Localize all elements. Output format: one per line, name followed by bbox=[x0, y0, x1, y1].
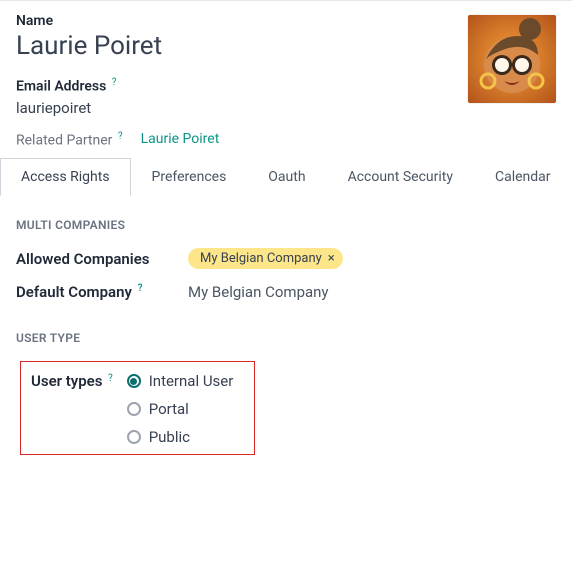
user-form: Name Laurie Poiret Email Address ? lauri… bbox=[0, 0, 572, 196]
help-icon[interactable]: ? bbox=[108, 373, 113, 384]
radio-label: Portal bbox=[149, 400, 189, 418]
radio-portal[interactable]: Portal bbox=[127, 400, 234, 418]
company-tag[interactable]: My Belgian Company × bbox=[188, 248, 343, 269]
multi-companies-section: MULTI COMPANIES Allowed Companies My Bel… bbox=[0, 196, 572, 321]
radio-label: Internal User bbox=[149, 372, 234, 390]
allowed-companies-label: Allowed Companies bbox=[16, 250, 176, 268]
tab-account-security[interactable]: Account Security bbox=[327, 158, 474, 196]
user-type-section: USER TYPE User types ? Internal User Por… bbox=[0, 321, 572, 471]
company-tag-label: My Belgian Company bbox=[200, 251, 322, 266]
section-title-multi-companies: MULTI COMPANIES bbox=[16, 218, 556, 232]
remove-tag-icon[interactable]: × bbox=[328, 251, 335, 266]
default-company-label: Default Company ? bbox=[16, 283, 176, 301]
radio-button-icon bbox=[127, 402, 141, 416]
tab-preferences[interactable]: Preferences bbox=[131, 158, 248, 196]
help-icon[interactable]: ? bbox=[138, 283, 143, 294]
tab-oauth[interactable]: Oauth bbox=[247, 158, 326, 196]
default-company-field: Default Company ? My Belgian Company bbox=[16, 283, 556, 301]
default-company-value[interactable]: My Belgian Company bbox=[188, 283, 329, 301]
related-partner-label: Related Partner bbox=[16, 132, 112, 148]
radio-internal-user[interactable]: Internal User bbox=[127, 372, 234, 390]
section-title-user-type: USER TYPE bbox=[16, 331, 556, 345]
radio-label: Public bbox=[149, 428, 190, 446]
tab-calendar[interactable]: Calendar bbox=[474, 158, 572, 196]
user-types-label: User types bbox=[31, 372, 102, 390]
tab-bar: Access Rights Preferences Oauth Account … bbox=[0, 158, 572, 196]
tab-access-rights[interactable]: Access Rights bbox=[0, 158, 131, 196]
related-partner-link[interactable]: Laurie Poiret bbox=[141, 131, 220, 147]
related-partner-field: Related Partner ? Laurie Poiret bbox=[16, 131, 556, 149]
radio-button-icon bbox=[127, 430, 141, 444]
radio-public[interactable]: Public bbox=[127, 428, 234, 446]
user-types-highlight: User types ? Internal User Portal Public bbox=[20, 361, 255, 455]
user-types-radio-group: Internal User Portal Public bbox=[127, 372, 234, 446]
help-icon[interactable]: ? bbox=[118, 131, 123, 142]
email-label: Email Address bbox=[16, 79, 106, 95]
help-icon[interactable]: ? bbox=[112, 77, 117, 88]
allowed-companies-field: Allowed Companies My Belgian Company × bbox=[16, 248, 556, 269]
avatar[interactable] bbox=[468, 15, 556, 103]
radio-button-icon bbox=[127, 374, 141, 388]
